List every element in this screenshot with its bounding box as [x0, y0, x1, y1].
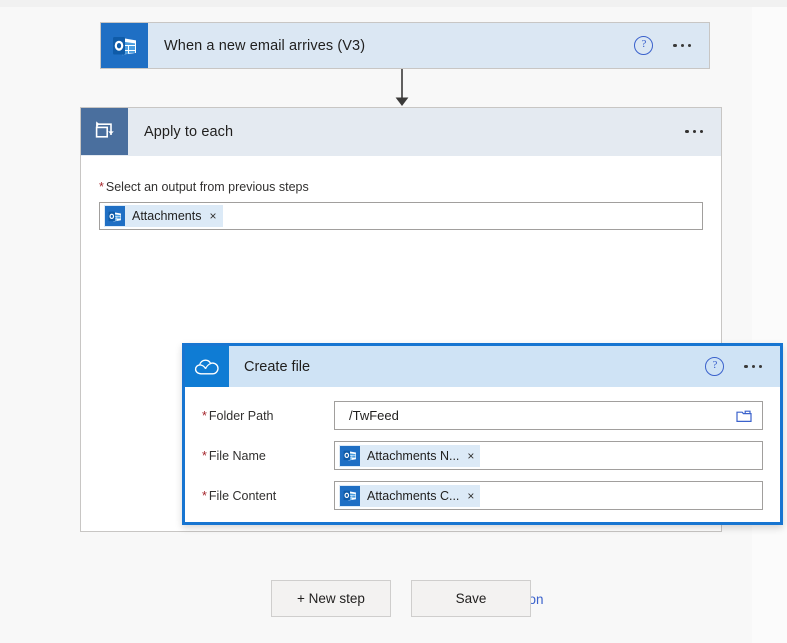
field-row-folder-path: * Folder Path /TwFeed	[202, 401, 763, 430]
create-file-more-commands-button[interactable]	[744, 364, 762, 369]
folder-path-label-text: Folder Path	[208, 408, 274, 423]
select-output-input[interactable]: Attachments ×	[99, 202, 703, 230]
create-file-header[interactable]: Create file ?	[185, 346, 780, 387]
new-step-button[interactable]: + New step	[271, 580, 391, 617]
token-label: Attachments C...	[367, 488, 460, 503]
folder-path-input[interactable]: /TwFeed	[334, 401, 763, 430]
create-file-body: * Folder Path /TwFeed * File Name Attach…	[185, 387, 780, 510]
file-content-input[interactable]: Attachments C... ×	[334, 481, 763, 510]
file-name-label: * File Name	[202, 449, 334, 463]
flow-designer-canvas: When a new email arrives (V3) ? Apply to…	[0, 0, 787, 643]
right-edge-strip	[752, 7, 787, 643]
loop-repeat-icon	[81, 108, 128, 155]
apply-to-each-more-commands-button[interactable]	[685, 129, 703, 134]
file-name-input[interactable]: Attachments N... ×	[334, 441, 763, 470]
onedrive-cloud-icon	[185, 346, 229, 387]
apply-to-each-title: Apply to each	[144, 123, 234, 140]
token-label: Attachments N...	[367, 448, 460, 463]
token-attachments-name[interactable]: Attachments N... ×	[339, 444, 481, 467]
folder-picker-icon[interactable]	[732, 405, 756, 427]
save-button[interactable]: Save	[411, 580, 531, 617]
file-name-label-text: File Name	[208, 448, 266, 463]
trigger-title: When a new email arrives (V3)	[164, 37, 366, 54]
create-file-card[interactable]: Create file ? * Folder Path /TwFeed * Fi…	[182, 343, 783, 525]
required-marker: *	[99, 180, 104, 194]
help-icon[interactable]: ?	[705, 357, 725, 376]
outlook-icon	[340, 445, 360, 466]
token-remove-button[interactable]: ×	[466, 449, 474, 463]
file-content-label-text: File Content	[208, 488, 277, 503]
trigger-more-commands-button[interactable]	[673, 43, 691, 48]
top-edge-strip	[0, 0, 787, 7]
create-file-card-actions: ?	[705, 346, 780, 387]
outlook-icon	[340, 485, 360, 506]
create-file-title: Create file	[244, 358, 311, 375]
apply-to-each-header[interactable]: Apply to each	[81, 108, 721, 156]
token-attachments-content[interactable]: Attachments C... ×	[339, 484, 481, 507]
trigger-card-when-a-new-email-arrives[interactable]: When a new email arrives (V3) ?	[100, 22, 710, 69]
apply-to-each-body: * Select an output from previous steps A…	[81, 156, 721, 230]
arrow-down-icon	[394, 69, 410, 107]
apply-to-each-card[interactable]: Apply to each * Select an output from pre…	[80, 107, 783, 610]
outlook-icon	[105, 206, 125, 226]
select-output-label-text: Select an output from previous steps	[105, 180, 309, 194]
trigger-card-actions: ?	[634, 23, 709, 68]
folder-path-value: /TwFeed	[349, 408, 399, 423]
required-marker: *	[202, 408, 207, 423]
apply-to-each-card-actions	[685, 108, 721, 155]
field-row-file-name: * File Name Attachments N... ×	[202, 441, 763, 470]
folder-path-label: * Folder Path	[202, 409, 334, 423]
token-attachments[interactable]: Attachments ×	[104, 205, 223, 227]
select-output-label: * Select an output from previous steps	[99, 180, 703, 194]
token-label: Attachments	[132, 209, 202, 223]
field-row-file-content: * File Content Attachments C... ×	[202, 481, 763, 510]
required-marker: *	[202, 448, 207, 463]
file-content-label: * File Content	[202, 489, 334, 503]
help-icon[interactable]: ?	[634, 36, 654, 55]
required-marker: *	[202, 488, 207, 503]
token-remove-button[interactable]: ×	[208, 209, 216, 223]
token-remove-button[interactable]: ×	[466, 489, 474, 503]
outlook-icon	[101, 23, 148, 68]
